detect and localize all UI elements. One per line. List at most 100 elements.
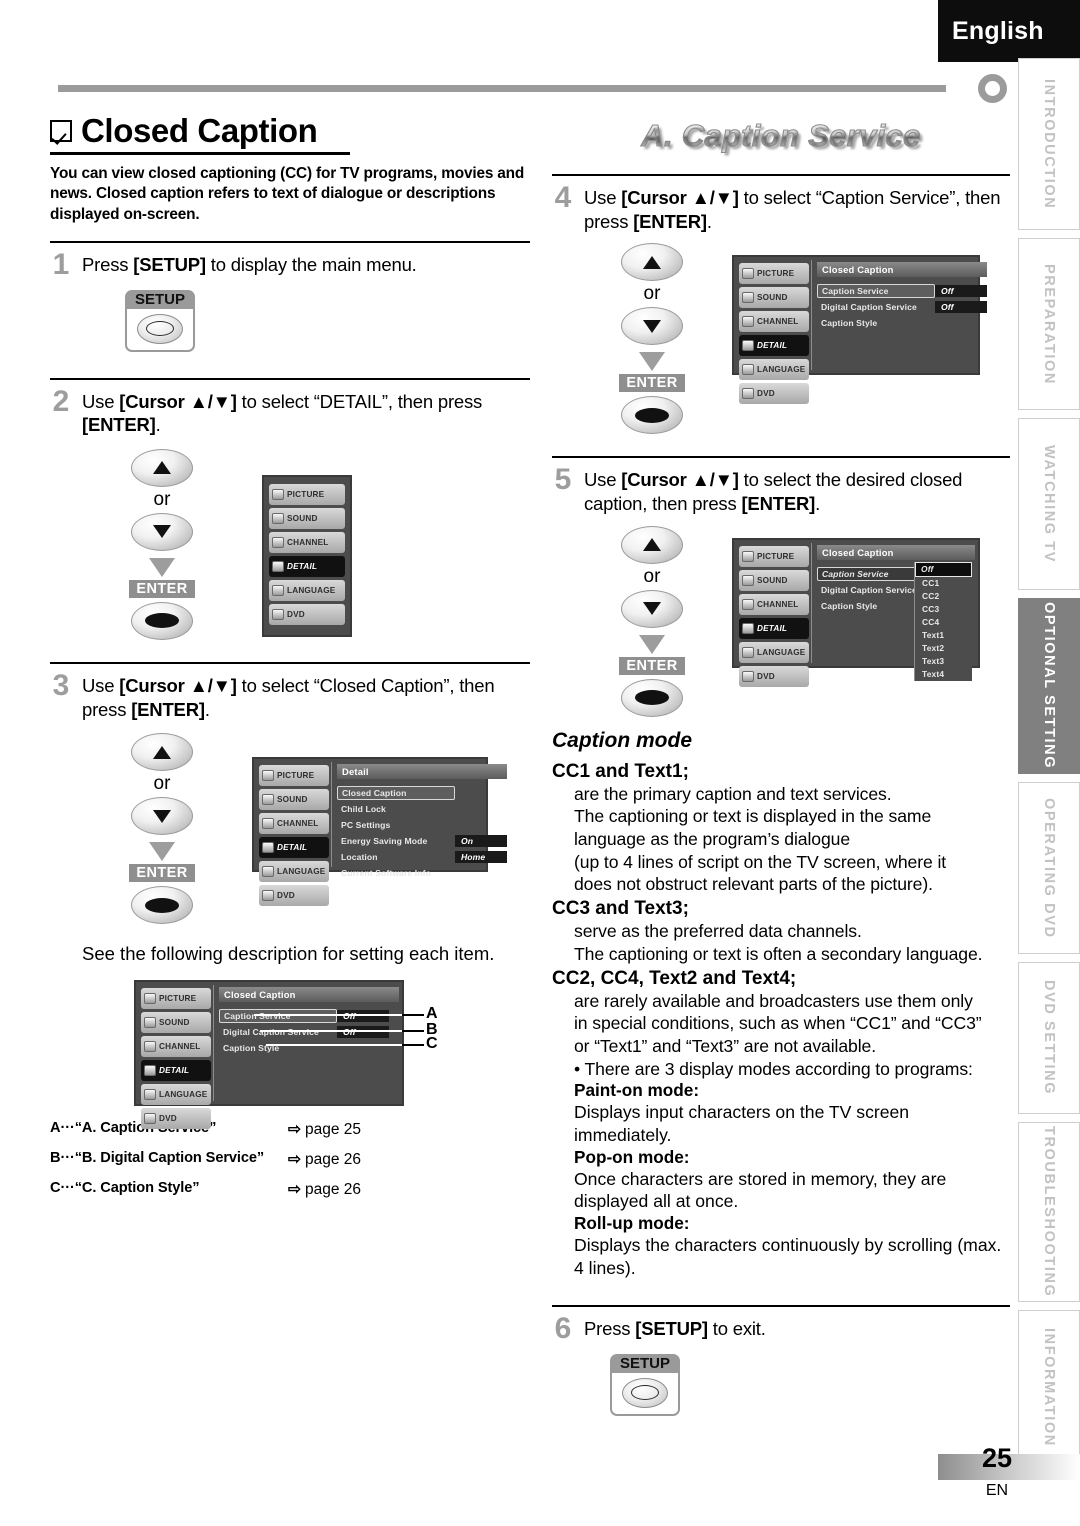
step3-key2: [ENTER] bbox=[131, 698, 205, 720]
osd-menu-item-picture[interactable]: PICTURE bbox=[739, 545, 809, 567]
osd-menu-item-language[interactable]: LANGUAGE bbox=[739, 359, 809, 381]
cursor-down-button[interactable] bbox=[131, 512, 193, 551]
osd-menu-item-dvd[interactable]: DVD bbox=[259, 885, 329, 907]
section-tab-watching-tv[interactable]: WATCHING TV bbox=[1018, 418, 1080, 590]
or-label: or bbox=[643, 283, 661, 305]
osd-menu-item-picture[interactable]: PICTURE bbox=[269, 483, 345, 505]
osd-row[interactable]: Location Home bbox=[337, 849, 507, 865]
cursor-down-button[interactable] bbox=[131, 797, 193, 836]
osd-menu-item-language[interactable]: LANGUAGE bbox=[141, 1084, 211, 1106]
step-text: Use [Cursor ▲/▼] to select “Caption Serv… bbox=[584, 184, 1010, 233]
osd-menu-item-detail[interactable]: DETAIL bbox=[269, 555, 345, 577]
osd-row[interactable]: Current Software Info bbox=[337, 865, 507, 881]
legend-page-ref: ⇨ page 25 bbox=[288, 1120, 361, 1139]
osd-row-label: Current Software Info bbox=[341, 868, 431, 879]
osd-menu-item-channel[interactable]: CHANNEL bbox=[141, 1036, 211, 1058]
osd-menu-item-language[interactable]: LANGUAGE bbox=[739, 641, 809, 663]
osd-row[interactable]: Energy Saving Mode On bbox=[337, 833, 507, 849]
enter-blob-icon bbox=[145, 613, 179, 629]
osd-menu-item-label: DETAIL bbox=[287, 561, 318, 571]
osd-dropdown-option[interactable]: Text3 bbox=[915, 655, 972, 668]
menu-item-icon bbox=[144, 1065, 156, 1077]
cursor-up-button[interactable] bbox=[131, 733, 193, 772]
osd-menu-item-channel[interactable]: CHANNEL bbox=[739, 593, 809, 615]
osd-menu-item-picture[interactable]: PICTURE bbox=[141, 988, 211, 1010]
osd-dropdown-option[interactable]: Text4 bbox=[915, 668, 972, 681]
enter-button[interactable] bbox=[131, 601, 193, 640]
enter-button[interactable] bbox=[621, 396, 683, 435]
menu-item-icon bbox=[262, 818, 274, 830]
step2-key2: [ENTER] bbox=[82, 414, 156, 436]
osd-menu-item-label: CHANNEL bbox=[287, 537, 329, 547]
osd-menu-item-picture[interactable]: PICTURE bbox=[259, 765, 329, 787]
osd-dropdown-option[interactable]: CC4 bbox=[915, 616, 972, 629]
osd-menu-item-detail[interactable]: DETAIL bbox=[259, 837, 329, 859]
osd-menu-item-detail[interactable]: DETAIL bbox=[739, 617, 809, 639]
section-tab-rail: INTRODUCTION PREPARATION WATCHING TV OPTION… bbox=[1018, 58, 1080, 1464]
osd-menu-item-dvd[interactable]: DVD bbox=[739, 383, 809, 405]
osd-dropdown-option[interactable]: Text2 bbox=[915, 642, 972, 655]
osd-menu-item-sound[interactable]: SOUND bbox=[739, 287, 809, 309]
osd-row[interactable]: Caption Style bbox=[219, 1040, 399, 1056]
osd-detail-menu: PICTURE SOUND CHANNEL DETAIL LANGUAGE DVD Deta… bbox=[252, 757, 507, 907]
osd-menu-item-channel[interactable]: CHANNEL bbox=[269, 531, 345, 553]
osd-menu-item-sound[interactable]: SOUND bbox=[141, 1012, 211, 1034]
enter-button[interactable] bbox=[621, 678, 683, 717]
osd-row[interactable]: PC Settings bbox=[337, 817, 507, 833]
osd-menu-item-language[interactable]: LANGUAGE bbox=[259, 861, 329, 883]
enter-button[interactable] bbox=[131, 886, 193, 925]
osd-menu-item-dvd[interactable]: DVD bbox=[141, 1108, 211, 1130]
osd-menu-item-dvd[interactable]: DVD bbox=[739, 665, 809, 687]
osd-main-pane: Detail Closed Caption Child Lock PC Setting… bbox=[331, 762, 507, 878]
osd-dropdown-option[interactable]: CC3 bbox=[915, 603, 972, 616]
section-tab-troubleshooting[interactable]: TROUBLESHOOTING bbox=[1018, 1122, 1080, 1302]
section-tab-optional-setting[interactable]: OPTIONAL SETTING bbox=[1018, 598, 1080, 774]
osd-dropdown-option[interactable]: CC2 bbox=[915, 590, 972, 603]
section-tab-information[interactable]: INFORMATION bbox=[1018, 1310, 1080, 1464]
menu-item-icon bbox=[144, 1089, 156, 1101]
osd-row[interactable]: Caption Service Off bbox=[219, 1008, 399, 1024]
cursor-up-button[interactable] bbox=[131, 448, 193, 487]
osd-row[interactable]: Closed Caption bbox=[337, 785, 507, 801]
osd-row[interactable]: Child Lock bbox=[337, 801, 507, 817]
step-number: 4 bbox=[554, 181, 572, 214]
cursor-up-button[interactable] bbox=[621, 243, 683, 282]
osd-menu-item-channel[interactable]: CHANNEL bbox=[259, 813, 329, 835]
cursor-up-button[interactable] bbox=[621, 525, 683, 564]
menu-item-icon bbox=[272, 512, 284, 524]
caption-mode-block-line: The captioning or text is often a second… bbox=[574, 943, 983, 964]
cursor-down-button[interactable] bbox=[621, 307, 683, 346]
osd-menu-item-detail[interactable]: DETAIL bbox=[141, 1060, 211, 1082]
caption-mode-block-line: (up to 4 lines of script on the TV scree… bbox=[574, 851, 947, 872]
osd-menu-item-sound[interactable]: SOUND bbox=[269, 507, 345, 529]
section-tab-dvd-setting[interactable]: DVD SETTING bbox=[1018, 962, 1080, 1114]
step6-pre: Press bbox=[584, 1318, 636, 1340]
section-tab-introduction[interactable]: INTRODUCTION bbox=[1018, 58, 1080, 230]
section-tab-preparation[interactable]: PREPARATION bbox=[1018, 238, 1080, 410]
osd-dropdown-option[interactable]: Text1 bbox=[915, 629, 972, 642]
osd-dropdown[interactable]: Off CC1 CC2 CC3 CC4 Text1 Text2 Text3 Text4 bbox=[914, 561, 972, 681]
osd-dropdown-option[interactable]: Off bbox=[915, 561, 972, 577]
osd-main-pane: Closed Caption Caption Service Off Digital … bbox=[213, 985, 399, 1102]
osd-menu-item-language[interactable]: LANGUAGE bbox=[269, 579, 345, 601]
osd-dropdown-option[interactable]: CC1 bbox=[915, 577, 972, 590]
osd-row[interactable]: Caption Style bbox=[817, 315, 987, 331]
section-tab-label: TROUBLESHOOTING bbox=[1041, 1126, 1057, 1298]
page-title: Closed Caption bbox=[50, 112, 350, 155]
osd-row[interactable]: Digital Caption Service Off bbox=[219, 1024, 399, 1040]
osd-row[interactable]: Digital Caption Service Off bbox=[817, 299, 987, 315]
section-tab-operating-dvd[interactable]: OPERATING DVD bbox=[1018, 782, 1080, 954]
menu-item-icon bbox=[144, 1041, 156, 1053]
osd-menu-item-dvd[interactable]: DVD bbox=[269, 603, 345, 625]
osd-menu-item-detail[interactable]: DETAIL bbox=[739, 335, 809, 357]
osd-menu-item-sound[interactable]: SOUND bbox=[739, 569, 809, 591]
osd-menu-item-picture[interactable]: PICTURE bbox=[739, 263, 809, 285]
osd-closed-caption-callout-block: PICTURE SOUND CHANNEL DETAIL LANGUAGE DVD Clos… bbox=[134, 980, 446, 1130]
osd-menu-item-sound[interactable]: SOUND bbox=[259, 789, 329, 811]
cursor-down-button[interactable] bbox=[621, 589, 683, 628]
osd-row[interactable]: Caption Service Off bbox=[817, 283, 987, 299]
callout-leader-line-outer bbox=[402, 1030, 424, 1032]
osd-menu-item-channel[interactable]: CHANNEL bbox=[739, 311, 809, 333]
osd-row-value: Off bbox=[935, 301, 987, 314]
osd-menu-item-label: DETAIL bbox=[159, 1066, 190, 1076]
